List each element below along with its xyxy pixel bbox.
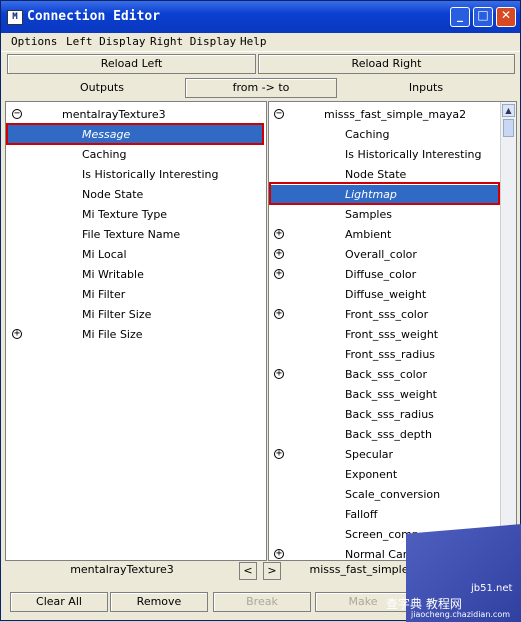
list-item[interactable]: Diffuse_weight [269, 285, 501, 305]
watermark-site: jb51.net [471, 583, 513, 594]
minimize-button[interactable]: _ [450, 7, 470, 27]
list-item[interactable]: + Ambient [269, 225, 501, 245]
menu-options[interactable]: Options [11, 35, 57, 48]
list-item[interactable]: Is Historically Interesting [6, 165, 264, 185]
list-item[interactable]: Mi Filter [6, 285, 264, 305]
prev-arrow-button[interactable]: < [239, 562, 257, 580]
list-item[interactable]: Mi Local [6, 245, 264, 265]
maximize-button[interactable]: □ [473, 7, 493, 27]
connection-editor-window: M Connection Editor _ □ ✕ Options Left D… [0, 0, 521, 622]
list-item[interactable]: Falloff [269, 505, 501, 525]
list-item[interactable]: Back_sss_weight [269, 385, 501, 405]
break-button[interactable]: Break [213, 592, 311, 612]
left-footer-node: mentalrayTexture3 [70, 563, 174, 576]
left-node-name: mentalrayTexture3 [62, 108, 166, 121]
list-item[interactable]: Front_sss_radius [269, 345, 501, 365]
menu-bar: Options Left Display Right Display Help [1, 33, 520, 52]
highlight-box [269, 182, 500, 205]
list-item[interactable]: Mi Writable [6, 265, 264, 285]
list-item[interactable]: Caching [269, 125, 501, 145]
list-item[interactable]: Back_sss_radius [269, 405, 501, 425]
expand-icon[interactable]: + [12, 329, 22, 339]
app-icon: M [7, 10, 23, 25]
list-item[interactable]: Node State [6, 185, 264, 205]
list-item[interactable]: + Overall_color [269, 245, 501, 265]
collapse-icon[interactable]: − [274, 109, 284, 119]
list-item[interactable]: + Back_sss_color [269, 365, 501, 385]
watermark-url: jiaocheng.chazidian.com [411, 610, 511, 619]
list-item[interactable]: Exponent [269, 465, 501, 485]
close-button[interactable]: ✕ [496, 7, 516, 27]
menu-left-display[interactable]: Left Display [66, 35, 145, 48]
next-arrow-button[interactable]: > [263, 562, 281, 580]
expand-icon[interactable]: + [274, 269, 284, 279]
list-item[interactable]: + Specular [269, 445, 501, 465]
scroll-thumb[interactable] [503, 119, 514, 137]
list-item[interactable]: Is Historically Interesting [269, 145, 501, 165]
highlight-box [6, 123, 264, 145]
vertical-scrollbar[interactable]: ▲ [500, 102, 516, 560]
reload-right-button[interactable]: Reload Right [258, 54, 515, 74]
outputs-list: − mentalrayTexture3 Message Caching Is H… [5, 101, 267, 561]
collapse-icon[interactable]: − [12, 109, 22, 119]
list-item[interactable]: Caching [6, 145, 264, 165]
list-item[interactable]: Mi Texture Type [6, 205, 264, 225]
menu-right-display[interactable]: Right Display [150, 35, 236, 48]
right-node-row[interactable]: − misss_fast_simple_maya2 [269, 105, 501, 125]
menu-help[interactable]: Help [240, 35, 267, 48]
right-node-name: misss_fast_simple_maya2 [324, 108, 467, 121]
list-item[interactable]: Back_sss_depth [269, 425, 501, 445]
list-item[interactable]: Scale_conversion [269, 485, 501, 505]
list-item[interactable]: + Mi File Size [6, 325, 264, 345]
list-item[interactable]: + Diffuse_color [269, 265, 501, 285]
list-item[interactable]: Mi Filter Size [6, 305, 264, 325]
outputs-header: Outputs [80, 81, 124, 94]
inputs-header: Inputs [408, 81, 444, 94]
title-bar[interactable]: M Connection Editor _ □ ✕ [1, 1, 520, 33]
list-item[interactable]: File Texture Name [6, 225, 264, 245]
list-item[interactable]: Samples [269, 205, 501, 225]
expand-icon[interactable]: + [274, 449, 284, 459]
left-node-row[interactable]: − mentalrayTexture3 [6, 105, 266, 125]
window-title: Connection Editor [27, 9, 161, 24]
expand-icon[interactable]: + [274, 369, 284, 379]
list-item[interactable]: + Front_sss_color [269, 305, 501, 325]
inputs-list: − misss_fast_simple_maya2 Caching Is His… [268, 101, 517, 561]
list-item[interactable]: Front_sss_weight [269, 325, 501, 345]
remove-button[interactable]: Remove [110, 592, 208, 612]
reload-left-button[interactable]: Reload Left [7, 54, 256, 74]
expand-icon[interactable]: + [274, 549, 284, 559]
expand-icon[interactable]: + [274, 309, 284, 319]
scroll-up-icon[interactable]: ▲ [502, 104, 515, 117]
expand-icon[interactable]: + [274, 229, 284, 239]
clear-all-button[interactable]: Clear All [10, 592, 108, 612]
direction-button[interactable]: from -> to [185, 78, 337, 98]
expand-icon[interactable]: + [274, 249, 284, 259]
